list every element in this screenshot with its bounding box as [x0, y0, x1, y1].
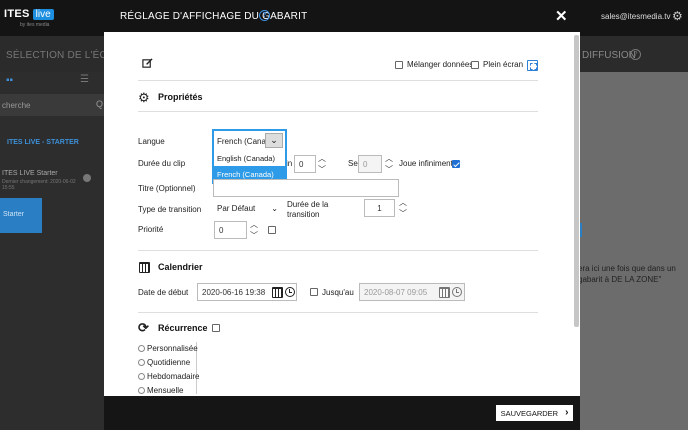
brand-badge: live — [32, 8, 54, 20]
recurrence-monthly-radio[interactable] — [138, 387, 145, 394]
search-icon[interactable]: Q — [96, 99, 103, 109]
recurrence-title: Récurrence — [158, 323, 208, 333]
fullscreen-checkbox[interactable] — [471, 61, 479, 69]
recurrence-custom-radio[interactable] — [138, 345, 145, 352]
language-select-value[interactable]: French (Cana... — [214, 131, 265, 151]
play-infinite-checkbox[interactable] — [452, 160, 460, 168]
recurrence-custom-label: Personnalisée — [147, 344, 198, 353]
divider — [138, 250, 538, 251]
main-panel — [580, 72, 688, 430]
chevron-up-icon[interactable]: ︿ — [250, 221, 258, 229]
chevron-down-icon[interactable]: ﹀ — [250, 232, 258, 240]
save-button[interactable]: SAUVEGARDER › — [496, 405, 573, 421]
language-label: Langue — [138, 137, 165, 146]
priority-value: 0 — [219, 225, 224, 235]
recurrence-daily-label: Quotidienne — [147, 358, 191, 367]
mix-data-checkbox[interactable] — [395, 61, 403, 69]
transition-duration-value: 1 — [377, 203, 382, 213]
divider — [138, 111, 538, 112]
transition-type-select[interactable]: Par Défaut ⌄ — [213, 199, 280, 217]
screen-item-title[interactable]: ITES LIVE Starter — [2, 170, 58, 177]
clip-duration-label: Durée du clip — [138, 159, 186, 168]
start-date-value: 2020-06-16 19:38 — [202, 287, 266, 297]
divider — [138, 80, 538, 81]
chevron-up-icon[interactable]: ︿ — [399, 199, 407, 207]
brand-subtitle: by ites media — [20, 22, 50, 28]
title-label: Titre (Optionnel) — [138, 184, 196, 193]
transition-duration-input[interactable]: 1 — [364, 199, 395, 217]
user-email[interactable]: sales@itesmedia.tv — [601, 12, 670, 21]
refresh-icon: ⟳ — [138, 320, 149, 335]
seconds-stepper[interactable]: ︿ ﹀ — [385, 155, 393, 174]
chevron-up-icon[interactable]: ︿ — [318, 155, 326, 163]
chevron-down-icon[interactable]: ﹀ — [399, 210, 407, 218]
recurrence-monthly-label: Mensuelle — [147, 386, 184, 395]
language-option-english[interactable]: English (Canada) — [214, 150, 285, 166]
chevron-down-icon[interactable]: ﹀ — [385, 166, 393, 174]
gear-icon: ⚙ — [138, 90, 150, 105]
modal-title: RÉGLAGE D'AFFICHAGE DU GABARIT — [120, 11, 308, 22]
chevron-up-icon[interactable]: ︿ — [385, 155, 393, 163]
edit-icon[interactable] — [142, 58, 153, 69]
chevron-down-icon[interactable]: ⌄ — [265, 133, 283, 148]
minutes-input[interactable]: 0 — [294, 155, 316, 173]
calendar-icon[interactable] — [439, 287, 450, 298]
grid-view-icon[interactable]: ▪▪ — [6, 75, 13, 86]
transition-type-label: Type de transition — [138, 205, 202, 214]
starter-button[interactable]: Starter — [0, 198, 42, 233]
diffusion-help-icon[interactable]: ? — [630, 49, 641, 60]
transition-type-value: Par Défaut — [217, 203, 256, 213]
save-label: SAUVEGARDER — [500, 408, 559, 418]
priority-checkbox[interactable] — [268, 226, 276, 234]
gear-icon[interactable]: ⚙ — [672, 9, 683, 23]
diffusion-tab[interactable]: DIFFUSION — [582, 50, 636, 61]
recurrence-weekly-label: Hebdomadaire — [147, 372, 200, 381]
recurrence-checkbox[interactable] — [212, 324, 220, 332]
close-icon[interactable]: ✕ — [555, 7, 568, 25]
recurrence-weekly-radio[interactable] — [138, 373, 145, 380]
fullscreen-label: Plein écran — [483, 60, 524, 69]
screen-sidebar — [0, 72, 104, 430]
chevron-down-icon: ⌄ — [271, 203, 278, 213]
brand-logo[interactable]: ITES live — [4, 8, 54, 20]
clock-icon[interactable] — [285, 287, 295, 297]
start-date-label: Date de début — [138, 288, 189, 297]
transition-duration-stepper[interactable]: ︿ ﹀ — [399, 199, 407, 218]
seconds-value: 0 — [363, 159, 368, 169]
template-display-settings-modal: RÉGLAGE D'AFFICHAGE DU GABARIT ? ✕ Mélan… — [104, 0, 580, 430]
recurrence-daily-radio[interactable] — [138, 359, 145, 366]
fullscreen-icon[interactable] — [527, 60, 538, 71]
title-input[interactable] — [213, 179, 399, 197]
divider — [138, 312, 538, 313]
priority-stepper[interactable]: ︿ ﹀ — [250, 221, 258, 240]
screen-item-subtitle: Dernier changement: 2020-06-02 15:55 — [2, 179, 76, 191]
status-dot — [83, 174, 91, 182]
priority-input[interactable]: 0 — [214, 221, 247, 239]
mix-data-label: Mélanger données — [407, 60, 474, 69]
end-date-value: 2020-08-07 09:05 — [364, 287, 428, 297]
priority-label: Priorité — [138, 225, 164, 234]
play-infinite-label: Joue infiniment — [399, 159, 453, 168]
transition-duration-label: Durée de la transition — [287, 200, 329, 219]
brand-name: ITES — [4, 8, 30, 20]
seconds-input[interactable]: 0 — [358, 155, 382, 173]
calendar-icon — [139, 262, 150, 273]
scrollbar[interactable] — [574, 35, 579, 327]
minutes-stepper[interactable]: ︿ ﹀ — [318, 155, 326, 174]
minutes-value: 0 — [299, 159, 304, 169]
chevron-down-icon[interactable]: ﹀ — [318, 166, 326, 174]
until-label: Jusqu'au — [322, 288, 354, 297]
zone-instructions: era ici une fois que dans un gabarit à D… — [578, 264, 676, 284]
calendar-title: Calendrier — [158, 262, 203, 272]
chevron-right-icon: › — [565, 407, 569, 418]
starter-group-title[interactable]: ITES LIVE - STARTER — [7, 139, 79, 146]
until-checkbox[interactable] — [310, 288, 318, 296]
clock-icon[interactable] — [452, 287, 462, 297]
help-icon[interactable]: ? — [259, 10, 270, 21]
properties-title: Propriétés — [158, 92, 203, 102]
search-placeholder: cherche — [2, 101, 31, 110]
list-view-icon[interactable]: ☰ — [80, 74, 89, 85]
calendar-icon[interactable] — [272, 287, 283, 298]
